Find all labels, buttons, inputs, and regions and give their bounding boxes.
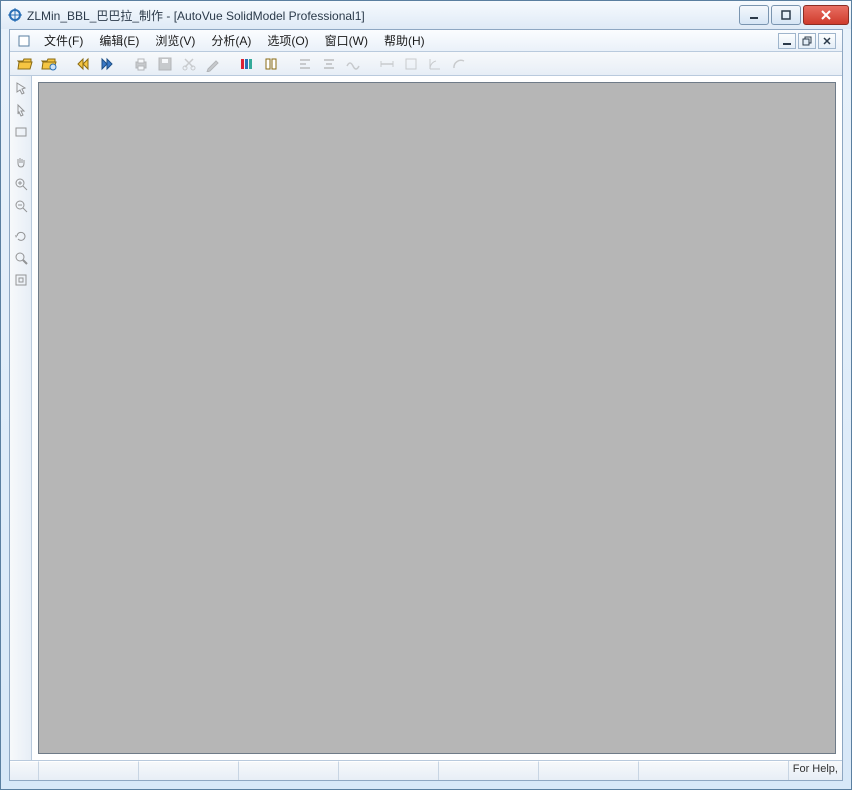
status-cell-spacer <box>638 761 788 780</box>
next-page-icon[interactable] <box>96 54 118 74</box>
status-cell-3 <box>138 761 238 780</box>
menu-window[interactable]: 窗口(W) <box>317 30 376 51</box>
align-center-icon[interactable] <box>318 54 340 74</box>
save-icon[interactable] <box>154 54 176 74</box>
menu-bar: 文件(F) 编辑(E) 浏览(V) 分析(A) 选项(O) 窗口(W) 帮助(H… <box>10 30 842 52</box>
canvas-wrap <box>32 76 842 760</box>
menu-edit[interactable]: 编辑(E) <box>91 30 147 51</box>
status-cell-5 <box>338 761 438 780</box>
menu-analyze[interactable]: 分析(A) <box>203 30 259 51</box>
rotate-tool-icon[interactable] <box>11 226 31 246</box>
workspace <box>10 76 842 760</box>
pencil-icon[interactable] <box>202 54 224 74</box>
rect-tool-icon[interactable] <box>11 122 31 142</box>
pointer-tool-icon[interactable] <box>11 100 31 120</box>
zoom-tool-icon[interactable] <box>11 248 31 268</box>
app-window: ZLMin_BBL_巴巴拉_制作 - [AutoVue SolidModel P… <box>0 0 852 790</box>
status-cell-6 <box>438 761 538 780</box>
menu-file[interactable]: 文件(F) <box>36 30 91 51</box>
zoom-in-tool-icon[interactable] <box>11 174 31 194</box>
status-cell-7 <box>538 761 638 780</box>
menu-options[interactable]: 选项(O) <box>259 30 316 51</box>
title-bar: ZLMin_BBL_巴巴拉_制作 - [AutoVue SolidModel P… <box>1 1 851 29</box>
window-title: ZLMin_BBL_巴巴拉_制作 - [AutoVue SolidModel P… <box>27 7 737 24</box>
select-tool-icon[interactable] <box>11 78 31 98</box>
doc-icon <box>16 33 32 49</box>
status-cell-1 <box>10 761 38 780</box>
fullscreen-tool-icon[interactable] <box>11 270 31 290</box>
hand-tool-icon[interactable] <box>11 152 31 172</box>
minimize-button[interactable] <box>739 5 769 25</box>
close-button[interactable] <box>803 5 849 25</box>
client-area: 文件(F) 编辑(E) 浏览(V) 分析(A) 选项(O) 窗口(W) 帮助(H… <box>9 29 843 781</box>
measure-box-icon[interactable] <box>400 54 422 74</box>
left-toolbar <box>10 76 32 760</box>
maximize-button[interactable] <box>771 5 801 25</box>
align-left-icon[interactable] <box>294 54 316 74</box>
doc-columns-icon[interactable] <box>260 54 282 74</box>
wave-icon[interactable] <box>342 54 364 74</box>
color-bars-icon[interactable] <box>236 54 258 74</box>
open-url-icon[interactable] <box>38 54 60 74</box>
viewport-canvas[interactable] <box>38 82 836 754</box>
cut-icon[interactable] <box>178 54 200 74</box>
status-help-text: For Help, <box>788 761 842 780</box>
mdi-minimize-button[interactable] <box>778 33 796 49</box>
measure-h-icon[interactable] <box>376 54 398 74</box>
menu-help[interactable]: 帮助(H) <box>376 30 433 51</box>
window-controls <box>737 5 849 25</box>
zoom-out-tool-icon[interactable] <box>11 196 31 216</box>
status-bar: For Help, <box>10 760 842 780</box>
status-cell-2 <box>38 761 138 780</box>
menu-view[interactable]: 浏览(V) <box>147 30 203 51</box>
prev-page-icon[interactable] <box>72 54 94 74</box>
app-icon <box>7 7 23 23</box>
status-cell-4 <box>238 761 338 780</box>
mdi-close-button[interactable] <box>818 33 836 49</box>
mdi-restore-button[interactable] <box>798 33 816 49</box>
open-file-icon[interactable] <box>14 54 36 74</box>
top-toolbar <box>10 52 842 76</box>
mdi-controls <box>778 33 838 49</box>
print-icon[interactable] <box>130 54 152 74</box>
measure-arc-icon[interactable] <box>448 54 470 74</box>
measure-angle-icon[interactable] <box>424 54 446 74</box>
